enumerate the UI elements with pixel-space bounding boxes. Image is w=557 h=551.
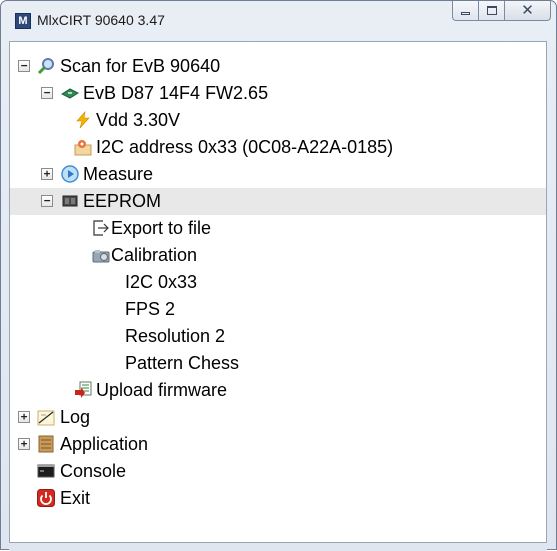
tree-node-evb[interactable]: − EvB D87 14F4 FW2.65 — [10, 80, 546, 107]
tree-node-measure[interactable]: + Measure — [10, 161, 546, 188]
app-logo-icon: M — [15, 13, 31, 29]
tree-node-label: I2C address 0x33 (0C08-A22A-0185) — [96, 137, 394, 157]
collapse-expander[interactable]: − — [18, 60, 30, 72]
tree-node-application[interactable]: + Application — [10, 431, 546, 458]
tree-node-label: EEPROM — [83, 191, 162, 211]
tree-node-upload-firmware[interactable]: Upload firmware — [10, 377, 546, 404]
tree-node-eeprom[interactable]: − EEPROM — [10, 188, 546, 215]
tree-node-i2c-address[interactable]: I2C address 0x33 (0C08-A22A-0185) — [10, 134, 546, 161]
collapse-expander[interactable]: − — [41, 195, 53, 207]
maximize-icon — [486, 6, 497, 15]
tree-node-calibration-fps[interactable]: FPS 2 — [10, 296, 546, 323]
tree-node-label: Measure — [83, 164, 154, 184]
tree-node-log[interactable]: + Log — [10, 404, 546, 431]
caption-buttons: ✕ — [452, 1, 551, 21]
title-bar[interactable]: M MlxCIRT 90640 3.47 ✕ — [1, 1, 556, 41]
power-icon — [37, 489, 55, 507]
tree-node-label: EvB D87 14F4 FW2.65 — [83, 83, 269, 103]
log-icon — [37, 410, 55, 426]
tree-node-export-to-file[interactable]: Export to file — [10, 215, 546, 242]
tree-view: − Scan for EvB 90640 − EvB D87 14F4 FW2.… — [10, 53, 546, 512]
close-button[interactable]: ✕ — [505, 1, 551, 21]
tree-node-label: Resolution 2 — [125, 326, 226, 346]
expand-expander[interactable]: + — [41, 168, 53, 180]
application-icon — [38, 435, 54, 453]
tree-node-exit[interactable]: Exit — [10, 485, 546, 512]
board-icon — [61, 88, 79, 99]
tree-node-scan[interactable]: − Scan for EvB 90640 — [10, 53, 546, 80]
lightning-icon — [76, 111, 90, 129]
expand-expander[interactable]: + — [18, 438, 30, 450]
play-icon — [61, 165, 79, 183]
tree-node-label: Upload firmware — [96, 380, 228, 400]
collapse-expander[interactable]: − — [41, 87, 53, 99]
eeprom-icon — [62, 195, 78, 207]
tree-node-label: Exit — [60, 488, 91, 508]
tree-node-label: FPS 2 — [125, 299, 176, 319]
tree-panel: − Scan for EvB 90640 − EvB D87 14F4 FW2.… — [9, 41, 547, 543]
tree-node-console[interactable]: Console — [10, 458, 546, 485]
window-title: MlxCIRT 90640 3.47 — [37, 12, 165, 28]
tree-node-label: Calibration — [111, 245, 198, 265]
tree-node-label: Application — [60, 434, 149, 454]
minimize-button[interactable] — [452, 1, 479, 21]
tree-node-vdd[interactable]: Vdd 3.30V — [10, 107, 546, 134]
tree-node-calibration-resolution[interactable]: Resolution 2 — [10, 323, 546, 350]
maximize-button[interactable] — [479, 1, 505, 21]
tree-node-calibration-pattern[interactable]: Pattern Chess — [10, 350, 546, 377]
search-icon — [37, 58, 54, 75]
tree-node-label: Log — [60, 407, 91, 427]
tree-node-label: Console — [60, 461, 127, 481]
tree-node-calibration-i2c[interactable]: I2C 0x33 — [10, 269, 546, 296]
app-window: M MlxCIRT 90640 3.47 ✕ − Scan for EvB 90… — [0, 0, 557, 551]
tree-node-calibration[interactable]: Calibration — [10, 242, 546, 269]
expand-expander[interactable]: + — [18, 411, 30, 423]
tree-node-label: Pattern Chess — [125, 353, 240, 373]
tree-node-label: Vdd 3.30V — [96, 110, 181, 130]
console-icon — [37, 464, 55, 478]
tree-node-label: Export to file — [111, 218, 212, 238]
close-icon: ✕ — [521, 1, 534, 19]
tree-node-label: I2C 0x33 — [125, 272, 198, 292]
export-icon — [93, 220, 109, 236]
calibration-icon — [92, 250, 110, 263]
upload-firmware-icon — [75, 381, 92, 398]
minimize-icon — [461, 12, 470, 15]
map-pin-icon — [74, 140, 92, 156]
tree-node-label: Scan for EvB 90640 — [60, 56, 221, 76]
